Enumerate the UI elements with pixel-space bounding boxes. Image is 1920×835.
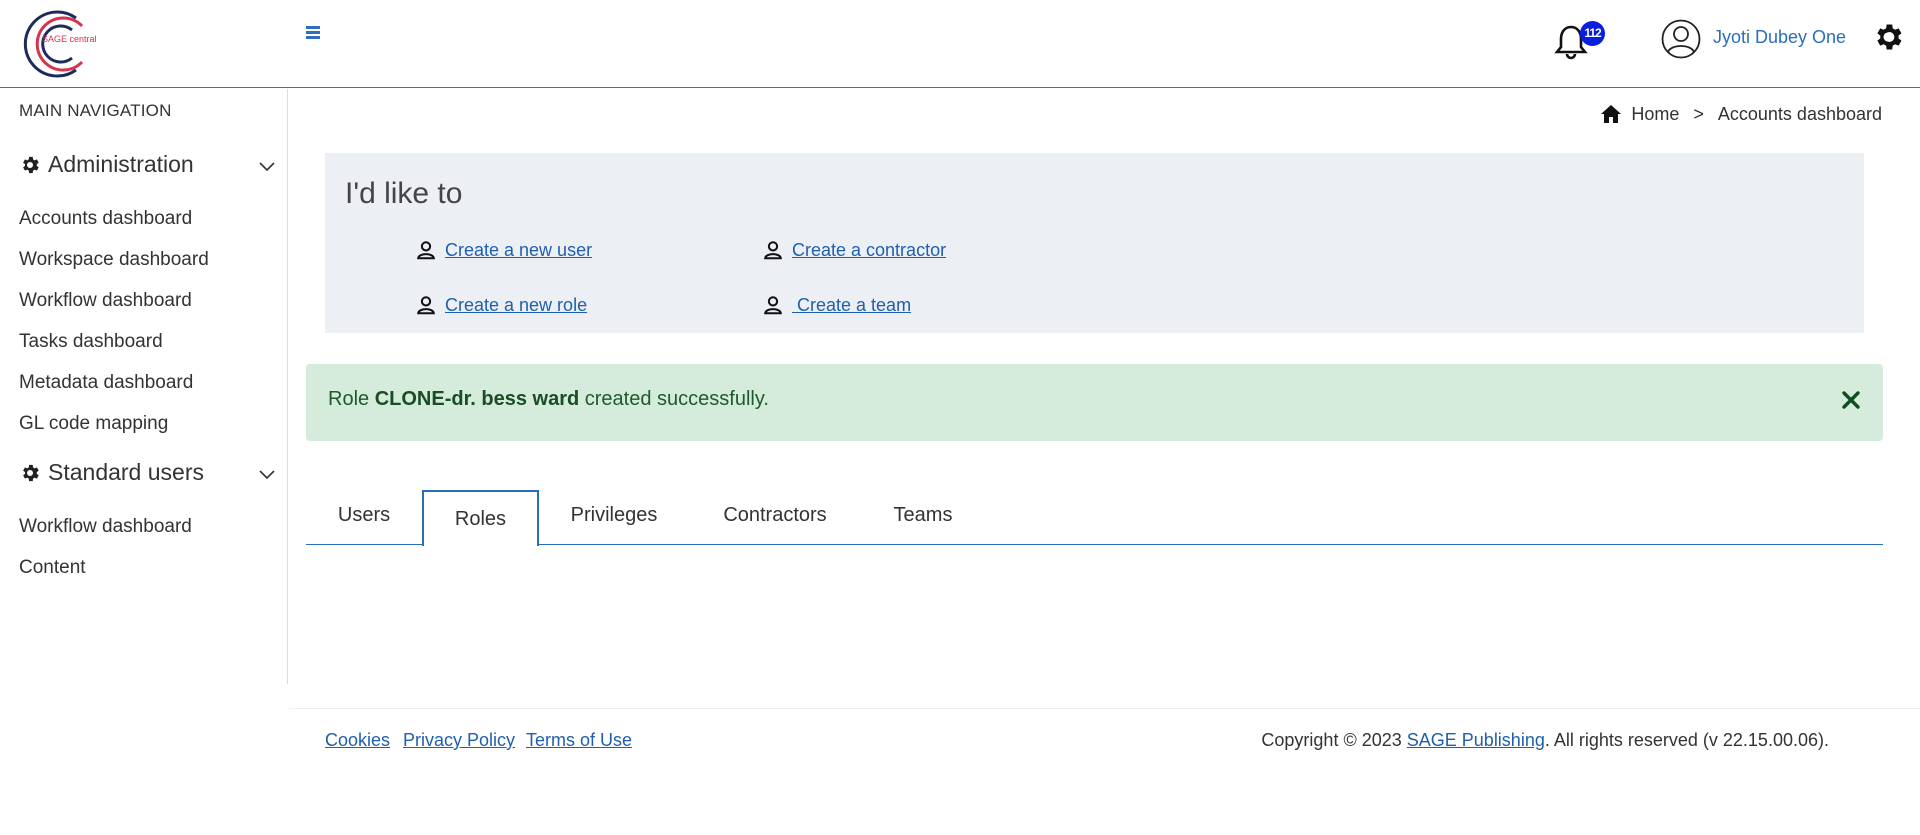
copyright-suffix: . All rights reserved (v 22.15.00.06). (1544, 730, 1829, 750)
close-icon[interactable] (1841, 390, 1861, 410)
sage-central-logo[interactable]: SAGE central (18, 6, 97, 82)
sidebar-item-accounts-dashboard[interactable]: Accounts dashboard (19, 208, 192, 230)
alert-message: Role CLONE-dr. bess ward created success… (328, 388, 769, 411)
chevron-down-icon[interactable] (258, 161, 276, 173)
person-icon (417, 296, 435, 315)
sidebar-item-tasks-dashboard[interactable]: Tasks dashboard (19, 331, 163, 353)
create-team-action[interactable]: Create a team (762, 294, 911, 316)
logo-text: SAGE central (42, 34, 97, 44)
sidebar-group-label: Administration (48, 151, 194, 177)
top-header: SAGE central 112 Jyoti Dubey One (0, 0, 1920, 88)
create-new-user-link[interactable]: Create a new user (445, 240, 592, 261)
sidebar-item-workspace-dashboard[interactable]: Workspace dashboard (19, 249, 209, 271)
sidebar-item-content[interactable]: Content (19, 557, 86, 579)
person-icon (764, 241, 782, 260)
sidebar-group-standard-users[interactable]: Standard users (19, 459, 204, 486)
success-alert: Role CLONE-dr. bess ward created success… (306, 364, 1883, 441)
tab-privileges[interactable]: Privileges (540, 490, 688, 545)
sidebar-item-workflow-dashboard[interactable]: Workflow dashboard (19, 290, 192, 312)
terms-of-use-link[interactable]: Terms of Use (526, 730, 632, 751)
chevron-down-icon[interactable] (258, 469, 276, 481)
alert-role-name: CLONE-dr. bess ward (374, 388, 580, 410)
footer-divider (289, 708, 1920, 709)
create-new-user-action[interactable]: Create a new user (415, 239, 592, 261)
notification-count-badge: 112 (1580, 21, 1605, 46)
settings-gear-icon[interactable] (1871, 20, 1905, 54)
create-contractor-action[interactable]: Create a contractor (762, 239, 946, 261)
tab-teams[interactable]: Teams (862, 490, 984, 545)
breadcrumb-current: Accounts dashboard (1717, 103, 1882, 124)
tab-contractors[interactable]: Contractors (690, 490, 860, 545)
tab-roles[interactable]: Roles (422, 490, 539, 546)
breadcrumb-separator: > (1693, 103, 1704, 124)
person-icon (417, 241, 435, 260)
create-team-link[interactable]: Create a team (792, 295, 911, 316)
copyright-text: Copyright © 2023 SAGE Publishing. All ri… (1261, 730, 1829, 751)
create-new-role-link[interactable]: Create a new role (445, 295, 587, 316)
tab-users[interactable]: Users (306, 490, 422, 545)
privacy-policy-link[interactable]: Privacy Policy (403, 730, 515, 751)
home-icon[interactable] (1599, 102, 1623, 126)
breadcrumb: Home > Accounts dashboard (1599, 102, 1882, 126)
panel-title: I'd like to (345, 177, 463, 210)
gear-icon (23, 464, 39, 481)
main-navigation-heading: MAIN NAVIGATION (19, 101, 172, 120)
breadcrumb-home-link[interactable]: Home (1631, 104, 1679, 125)
create-new-role-action[interactable]: Create a new role (415, 294, 587, 316)
alert-suffix: created successfully. (579, 388, 769, 410)
create-contractor-link[interactable]: Create a contractor (792, 240, 946, 261)
cookies-link[interactable]: Cookies (325, 730, 390, 751)
quick-actions-panel: I'd like to Create a new user Create a c… (325, 153, 1864, 333)
sidebar-group-label: Standard users (48, 459, 204, 485)
sidebar-group-administration[interactable]: Administration (19, 151, 194, 178)
copyright-prefix: Copyright © 2023 (1261, 730, 1407, 750)
sidebar-item-standard-workflow-dashboard[interactable]: Workflow dashboard (19, 516, 192, 538)
user-avatar-icon[interactable] (1661, 19, 1701, 59)
alert-prefix: Role (328, 388, 375, 410)
sage-publishing-link[interactable]: SAGE Publishing (1407, 730, 1545, 750)
user-name-link[interactable]: Jyoti Dubey One (1713, 27, 1846, 48)
sidebar-item-gl-code-mapping[interactable]: GL code mapping (19, 413, 168, 435)
gear-icon (23, 156, 39, 173)
logo-mark (23, 10, 84, 78)
person-icon (764, 296, 782, 315)
sidebar: MAIN NAVIGATION Administration Accounts … (0, 89, 288, 684)
sidebar-item-metadata-dashboard[interactable]: Metadata dashboard (19, 372, 193, 394)
menu-toggle-icon[interactable] (306, 26, 322, 42)
